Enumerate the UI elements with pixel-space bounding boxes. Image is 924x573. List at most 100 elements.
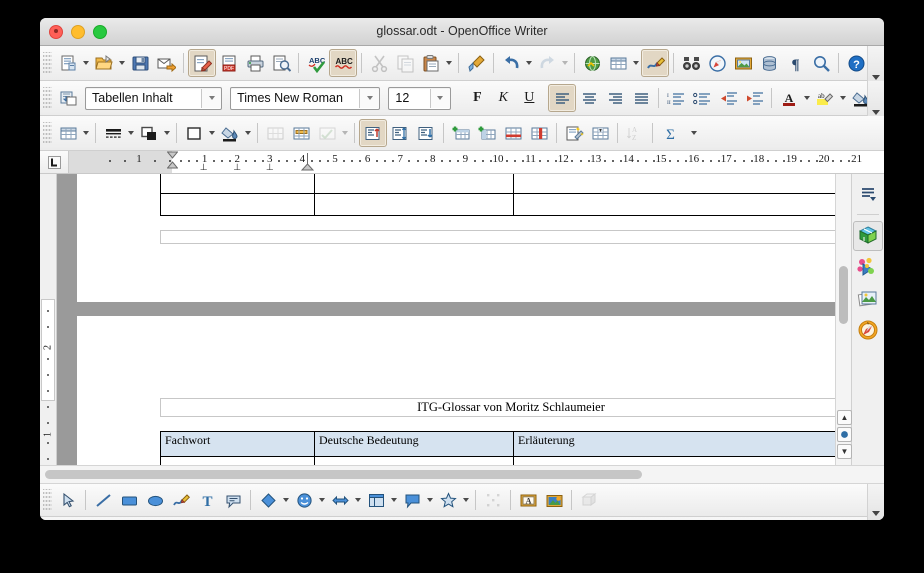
previous-page-button[interactable]: ▲ xyxy=(837,410,852,425)
paste-dropdown[interactable] xyxy=(444,50,454,76)
ruler-tab-stop[interactable]: ⊥ xyxy=(200,162,208,173)
line-style-button[interactable] xyxy=(100,120,126,146)
increase-indent-button[interactable] xyxy=(741,85,767,111)
line-style-dropdown[interactable] xyxy=(126,120,136,146)
save-document-button[interactable] xyxy=(127,50,153,76)
insert-column-button[interactable] xyxy=(474,120,500,146)
align-bottom-button[interactable] xyxy=(413,120,439,146)
table-button[interactable] xyxy=(55,120,81,146)
table-background-color-button[interactable] xyxy=(217,120,243,146)
optimize-dropdown[interactable] xyxy=(340,120,350,146)
insert-table-button[interactable] xyxy=(605,50,631,76)
open-document-dropdown[interactable] xyxy=(117,50,127,76)
table-row[interactable] xyxy=(160,174,835,194)
callout-shapes-dropdown[interactable] xyxy=(425,487,435,513)
page1-footer-frame[interactable] xyxy=(160,230,835,244)
insert-hyperlink-button[interactable] xyxy=(579,50,605,76)
ellipse-button[interactable] xyxy=(142,487,168,513)
bold-button[interactable]: F xyxy=(464,85,490,111)
open-document-button[interactable] xyxy=(91,50,117,76)
data-sources-button[interactable] xyxy=(756,50,782,76)
toolbar-grip[interactable] xyxy=(43,52,52,74)
table-background-color-dropdown[interactable] xyxy=(243,120,253,146)
apply-style-icon[interactable] xyxy=(55,85,81,111)
cut-button[interactable] xyxy=(366,50,392,76)
toolbar-grip[interactable] xyxy=(43,122,52,144)
page-header-frame[interactable]: ITG-Glossar von Moritz Schlaumeier xyxy=(160,398,835,417)
freeform-line-button[interactable] xyxy=(168,487,194,513)
vertical-scrollbar[interactable]: ▲ ▼ xyxy=(835,174,852,465)
edit-points-button[interactable] xyxy=(480,487,506,513)
merge-cells-button[interactable] xyxy=(262,120,288,146)
gallery-button[interactable] xyxy=(730,50,756,76)
send-email-button[interactable] xyxy=(153,50,179,76)
font-color-button[interactable]: A xyxy=(776,85,802,111)
next-page-button[interactable]: ▼ xyxy=(837,444,852,459)
insert-table-dropdown[interactable] xyxy=(631,50,641,76)
undo-dropdown[interactable] xyxy=(524,50,534,76)
ruler-tab-stop[interactable]: ⊥ xyxy=(233,162,241,173)
highlighting-button[interactable]: ab xyxy=(812,85,838,111)
table-header-cell[interactable]: Erläuterung xyxy=(513,431,835,457)
vertical-ruler[interactable]: 21 xyxy=(40,174,57,465)
export-pdf-button[interactable]: PDF xyxy=(216,50,242,76)
optimize-button[interactable] xyxy=(314,120,340,146)
drawing-toolbar-overflow[interactable] xyxy=(867,484,884,520)
borders-dropdown[interactable] xyxy=(207,120,217,146)
callout-shapes-button[interactable] xyxy=(399,487,425,513)
tab-stop-selector[interactable] xyxy=(40,151,69,173)
flowchart-dropdown[interactable] xyxy=(389,487,399,513)
sum-button[interactable]: Σ xyxy=(657,120,683,146)
highlighting-dropdown[interactable] xyxy=(838,85,848,111)
sidebar-navigator-button[interactable]: N xyxy=(854,316,882,344)
basic-shapes-dropdown[interactable] xyxy=(281,487,291,513)
line-color-button[interactable] xyxy=(136,120,162,146)
autospellcheck-button[interactable]: ABC xyxy=(329,49,357,77)
paste-button[interactable] xyxy=(418,50,444,76)
horizontal-scrollbar-thumb[interactable] xyxy=(45,470,642,479)
table-dropdown[interactable] xyxy=(81,120,91,146)
horizontal-ruler[interactable]: 1 1 2 3 4 5 6 7 8 9 10 11 12 13 14 15 16 17 18 19 20 21 ⊥ ⊥ ⊥ xyxy=(69,151,884,173)
table-toolbar-overflow[interactable] xyxy=(689,120,699,146)
font-name-dropdown-arrow[interactable] xyxy=(359,88,380,108)
ruler-tab-stop[interactable]: ⊥ xyxy=(266,162,274,173)
block-arrows-button[interactable] xyxy=(327,487,353,513)
horizontal-scrollbar[interactable] xyxy=(40,465,884,484)
line-button[interactable] xyxy=(90,487,116,513)
table-header-cell[interactable]: Fachwort xyxy=(160,431,315,457)
delete-column-button[interactable] xyxy=(526,120,552,146)
paragraph-style-combo[interactable]: Tabellen Inhalt xyxy=(85,86,223,110)
insert-image-button[interactable] xyxy=(541,487,567,513)
horizontal-scrollbar-track[interactable] xyxy=(43,469,881,480)
document-page-1[interactable] xyxy=(77,174,835,302)
stars-dropdown[interactable] xyxy=(461,487,471,513)
center-vertically-button[interactable] xyxy=(387,120,413,146)
unordered-list-button[interactable] xyxy=(689,85,715,111)
table-header-cell[interactable]: Deutsche Bedeutung xyxy=(314,431,514,457)
justify-button[interactable] xyxy=(628,85,654,111)
sidebar-styles-button[interactable] xyxy=(854,285,882,313)
table-row[interactable] xyxy=(160,193,835,216)
underline-button[interactable]: U xyxy=(516,85,542,111)
print-button[interactable] xyxy=(242,50,268,76)
toolbar-grip[interactable] xyxy=(43,489,52,511)
table-header-row[interactable]: Fachwort Deutsche Bedeutung Erläuterung xyxy=(160,431,835,457)
align-center-button[interactable] xyxy=(576,85,602,111)
document-table-page1[interactable] xyxy=(160,174,835,216)
callouts-button[interactable] xyxy=(220,487,246,513)
flowchart-button[interactable] xyxy=(363,487,389,513)
document-canvas[interactable]: ITG-Glossar von Moritz Schlaumeier Fachw… xyxy=(57,174,835,465)
table-row[interactable] xyxy=(160,456,835,465)
document-page-2[interactable]: ITG-Glossar von Moritz Schlaumeier Fachw… xyxy=(77,316,835,465)
font-size-combo[interactable]: 12 xyxy=(388,86,451,110)
indent-marker-first-line[interactable] xyxy=(300,151,314,171)
indent-marker-left[interactable] xyxy=(166,151,178,171)
italic-button[interactable]: K xyxy=(490,85,516,111)
toolbar-grip[interactable] xyxy=(43,87,52,109)
sort-button[interactable]: AZ xyxy=(622,120,648,146)
text-box-button[interactable]: T xyxy=(194,487,220,513)
new-document-dropdown[interactable] xyxy=(81,50,91,76)
redo-dropdown[interactable] xyxy=(560,50,570,76)
formatting-toolbar-overflow[interactable] xyxy=(867,81,884,119)
new-document-button[interactable] xyxy=(55,50,81,76)
